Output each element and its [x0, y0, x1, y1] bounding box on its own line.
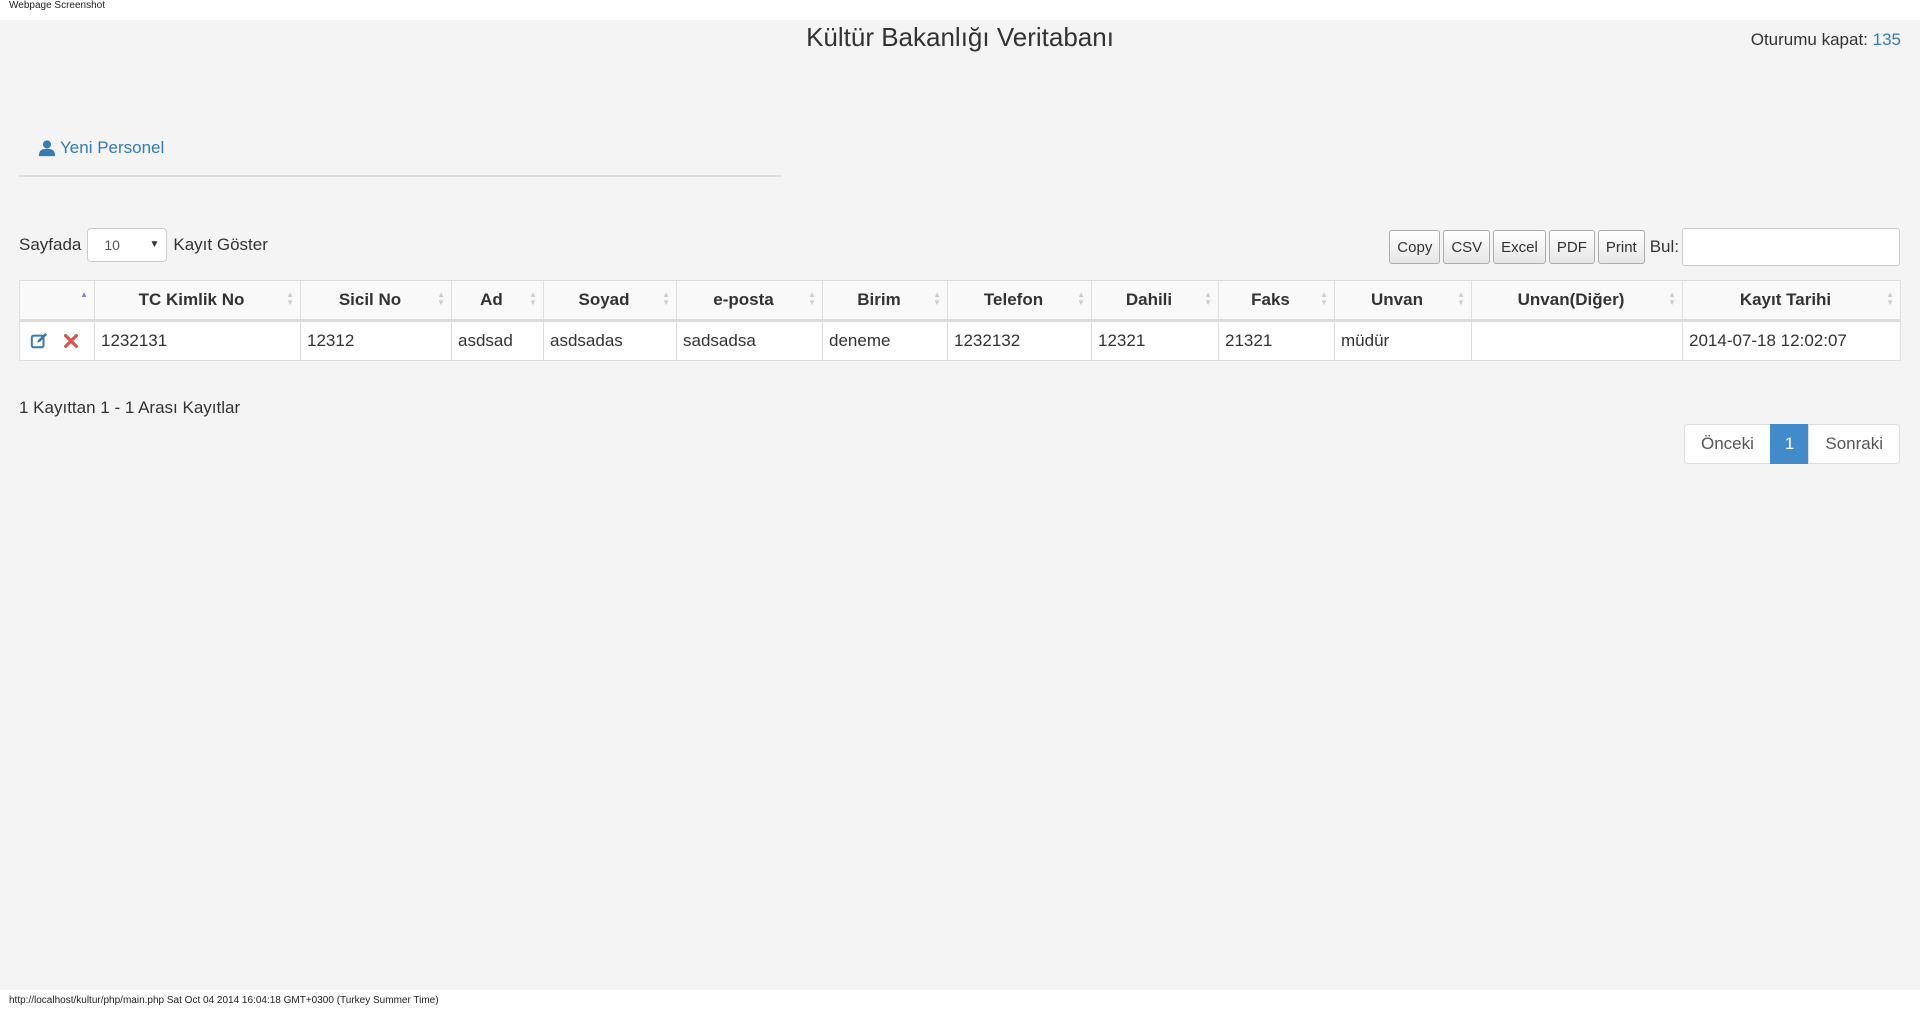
personnel-table: ▲ TC Kimlik No ▲ ▼ Sicil No ▲ ▼ Ad ▲ ▼ Soyad ▲ ▼… — [19, 280, 1901, 361]
browser-caption: Webpage Screenshot — [9, 0, 105, 11]
column-header-telefon[interactable]: Telefon ▲ ▼ — [947, 280, 1092, 322]
caret-down-icon: ▼ — [149, 239, 160, 250]
column-header-faks[interactable]: Faks ▲ ▼ — [1218, 280, 1335, 322]
cell-dahili: 12321 — [1091, 320, 1219, 361]
user-icon — [38, 140, 56, 157]
sort-icon: ▲ ▼ — [1320, 290, 1328, 307]
sort-icon: ▲ ▼ — [1204, 290, 1212, 307]
table-info: 1 Kayıttan 1 - 1 Arası Kayıtlar — [19, 398, 241, 417]
cell-soyad: asdsadas — [543, 320, 677, 361]
page-length-control: Sayfada 10 ▼ Kayıt Göster — [19, 228, 268, 262]
copy-button[interactable]: Copy — [1389, 230, 1441, 264]
divider — [19, 175, 781, 177]
sort-icon: ▲ ▼ — [1886, 290, 1894, 307]
next-page-button[interactable]: Sonraki — [1808, 424, 1900, 464]
column-header-birim[interactable]: Birim ▲ ▼ — [822, 280, 948, 322]
prev-page-button[interactable]: Önceki — [1683, 424, 1771, 464]
column-header-tc[interactable]: TC Kimlik No ▲ ▼ — [94, 280, 301, 322]
cell-sicil: 12312 — [300, 320, 452, 361]
logout-area: Oturumu kapat: 135 — [1751, 30, 1901, 50]
edit-icon[interactable] — [30, 332, 48, 350]
column-header-kayit-tarihi[interactable]: Kayıt Tarihi ▲ ▼ — [1682, 280, 1901, 322]
cell-email: sadsadsa — [676, 320, 823, 361]
delete-icon[interactable] — [62, 332, 80, 350]
table-header-row: ▲ TC Kimlik No ▲ ▼ Sicil No ▲ ▼ Ad ▲ ▼ Soyad ▲ ▼… — [19, 280, 1901, 322]
column-header-unvan[interactable]: Unvan ▲ ▼ — [1334, 280, 1472, 322]
browser-caption-bar: Webpage Screenshot — [0, 0, 1920, 20]
export-toolbar: Copy CSV Excel PDF Print Bul: — [1389, 228, 1900, 266]
search-input[interactable] — [1682, 228, 1900, 266]
sort-icon: ▲ ▼ — [808, 290, 816, 307]
cell-ad: asdsad — [451, 320, 544, 361]
column-header-sicil[interactable]: Sicil No ▲ ▼ — [300, 280, 452, 322]
length-prefix: Sayfada — [19, 235, 82, 254]
search-label: Bul: — [1649, 237, 1679, 256]
column-header-ad[interactable]: Ad ▲ ▼ — [451, 280, 544, 322]
cell-faks: 21321 — [1218, 320, 1335, 361]
logout-link[interactable]: 135 — [1873, 30, 1901, 49]
page-length-value: 10 — [104, 237, 120, 253]
page-body — [0, 20, 1920, 990]
table-row: 1232131 12312 asdsad asdsadas sadsadsa d… — [19, 320, 1901, 361]
sort-icon: ▲ ▼ — [1457, 290, 1465, 307]
cell-kayit-tarihi: 2014-07-18 12:02:07 — [1682, 320, 1901, 361]
sort-icon: ▲ ▼ — [286, 290, 294, 307]
sort-icon: ▲ ▼ — [1668, 290, 1676, 307]
sort-icon: ▲ — [80, 290, 88, 299]
page-1-button[interactable]: 1 — [1769, 424, 1810, 464]
status-url: http://localhost/kultur/php/main.php Sat… — [9, 995, 439, 1006]
cell-telefon: 1232132 — [947, 320, 1092, 361]
print-button[interactable]: Print — [1597, 230, 1645, 264]
sort-icon: ▲ ▼ — [1077, 290, 1085, 307]
sort-icon: ▲ ▼ — [437, 290, 445, 307]
sort-icon: ▲ ▼ — [933, 290, 941, 307]
column-header-dahili[interactable]: Dahili ▲ ▼ — [1091, 280, 1219, 322]
page-title: Kültür Bakanlığı Veritabanı — [806, 22, 1114, 52]
column-header-unvan-diger[interactable]: Unvan(Diğer) ▲ ▼ — [1471, 280, 1683, 322]
cell-tc: 1232131 — [94, 320, 301, 361]
column-header-actions[interactable]: ▲ — [19, 280, 95, 322]
cell-birim: deneme — [822, 320, 948, 361]
pagination: Önceki 1 Sonraki — [1683, 424, 1900, 464]
length-suffix: Kayıt Göster — [173, 235, 268, 254]
new-person-label: Yeni Personel — [60, 138, 165, 157]
browser-status-bar: http://localhost/kultur/php/main.php Sat… — [0, 990, 1920, 1011]
logout-label: Oturumu kapat: — [1750, 30, 1868, 49]
sort-icon: ▲ ▼ — [529, 290, 537, 307]
row-actions — [19, 320, 95, 361]
new-person-link[interactable]: Yeni Personel — [38, 138, 164, 158]
column-header-soyad[interactable]: Soyad ▲ ▼ — [543, 280, 677, 322]
csv-button[interactable]: CSV — [1443, 230, 1491, 264]
page-length-select[interactable]: 10 ▼ — [87, 228, 168, 262]
cell-unvan-diger — [1471, 320, 1683, 361]
excel-button[interactable]: Excel — [1493, 230, 1546, 264]
sort-icon: ▲ ▼ — [662, 290, 670, 307]
cell-unvan: müdür — [1334, 320, 1472, 361]
pdf-button[interactable]: PDF — [1548, 230, 1595, 264]
column-header-email[interactable]: e-posta ▲ ▼ — [676, 280, 823, 322]
